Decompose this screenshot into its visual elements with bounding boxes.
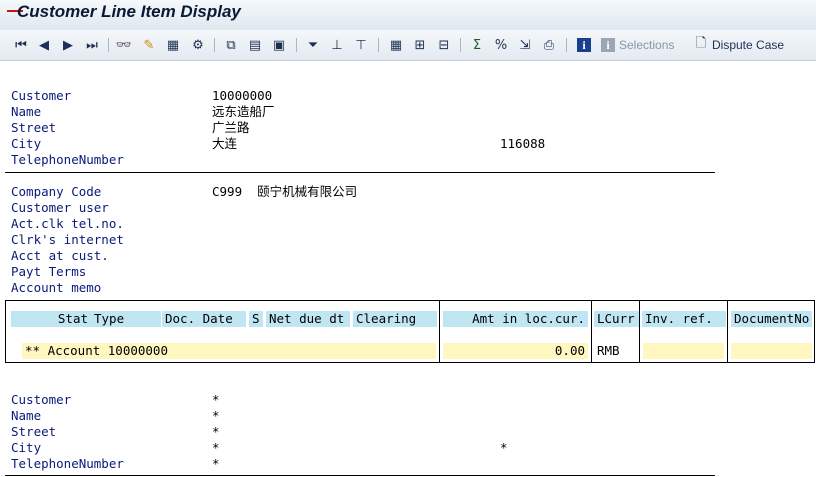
- customer-user-label: Customer user: [11, 200, 109, 215]
- clerk-tel-label: Act.clk tel.no.: [11, 216, 124, 231]
- city-value: 大连: [212, 136, 238, 151]
- title-bar: Customer Line Item Display: [0, 0, 816, 30]
- column-header-type[interactable]: Type: [91, 311, 161, 327]
- copy-icon[interactable]: ⧉: [222, 36, 240, 54]
- layout-icon[interactable]: ⊟: [435, 36, 453, 54]
- footer-city-value: *: [212, 440, 220, 455]
- toolbar-separator: [378, 38, 379, 52]
- account-row-currency[interactable]: RMB: [594, 343, 639, 359]
- selections-icon: i: [599, 36, 617, 54]
- customer-value: 10000000: [212, 88, 273, 103]
- footer-telephone-value: *: [212, 456, 220, 471]
- sum-icon[interactable]: Σ: [468, 36, 486, 54]
- toolbar-separator: [460, 38, 461, 52]
- column-divider: [639, 301, 640, 362]
- postal-code-value: 116088: [500, 136, 546, 151]
- application-toolbar: ⏮ ◀ ▶ ⏭ 👓 ✎ ▦ ⚙ ⧉ ▤ ▣ ⏷ ⊥ ⊤ ▦ ⊞ ⊟ Σ % ⇲ …: [0, 30, 816, 61]
- footer-telephone-label: TelephoneNumber: [11, 456, 124, 471]
- footer-customer-label: Customer: [11, 392, 72, 407]
- column-header-inv-ref[interactable]: Inv. ref.: [642, 311, 726, 327]
- footer-postal-code-value: *: [500, 440, 508, 455]
- divider: [5, 172, 715, 173]
- selections-button: Selections: [619, 38, 675, 52]
- account-row-amount[interactable]: 0.00: [443, 343, 588, 359]
- company-code-value: C999 颐宁机械有限公司: [212, 184, 358, 199]
- column-header-net-due-dt[interactable]: Net due dt: [266, 311, 350, 327]
- print-preview-icon[interactable]: ⎙: [540, 36, 558, 54]
- account-row-inv-ref[interactable]: [643, 343, 724, 359]
- select-layout-icon[interactable]: ▦: [164, 36, 182, 54]
- info-icon[interactable]: i: [575, 36, 593, 54]
- divider: [5, 475, 715, 476]
- choose-icon[interactable]: ⚙: [189, 36, 207, 54]
- name-value: 远东造船厂: [212, 104, 275, 119]
- last-page-icon[interactable]: ⏭: [83, 36, 101, 54]
- toolbar-separator: [296, 38, 297, 52]
- footer-customer-value: *: [212, 392, 220, 407]
- columns-icon[interactable]: ⊞: [411, 36, 429, 54]
- toolbar-separator: [108, 38, 109, 52]
- column-divider: [591, 301, 592, 362]
- column-header-doc-date[interactable]: Doc. Date: [162, 311, 246, 327]
- street-label: Street: [11, 120, 57, 135]
- column-header-s[interactable]: S: [249, 311, 263, 327]
- column-divider: [727, 301, 728, 362]
- document-icon[interactable]: 🗋: [692, 36, 710, 54]
- first-page-icon[interactable]: ⏮: [12, 36, 30, 54]
- customer-label: Customer: [11, 88, 72, 103]
- line-item-grid: Stat Type Doc. Date S Net due dt Clearin…: [5, 300, 815, 363]
- telephone-label: TelephoneNumber: [11, 152, 124, 167]
- city-label: City: [11, 136, 42, 151]
- account-memo-label: Account memo: [11, 280, 102, 295]
- payt-terms-label: Payt Terms: [11, 264, 87, 279]
- subtotal-icon[interactable]: ⊤: [352, 36, 370, 54]
- next-page-icon[interactable]: ▶: [59, 36, 77, 54]
- company-code-label: Company Code: [11, 184, 102, 199]
- footer-street-value: *: [212, 424, 220, 439]
- column-header-amount[interactable]: Amt in loc.cur.: [443, 311, 588, 327]
- grid-layout-icon[interactable]: ▦: [387, 36, 405, 54]
- footer-city-label: City: [11, 440, 42, 455]
- street-value: 广兰路: [212, 120, 250, 135]
- local-file-icon[interactable]: ▣: [270, 36, 288, 54]
- account-row-label[interactable]: ** Account 10000000: [22, 343, 436, 359]
- column-divider: [439, 301, 440, 362]
- filter-icon[interactable]: ⏷: [304, 36, 322, 54]
- footer-name-value: *: [212, 408, 220, 423]
- toolbar-separator: [566, 38, 567, 52]
- column-header-clearing[interactable]: Clearing: [353, 311, 437, 327]
- glasses-icon[interactable]: 👓: [115, 36, 133, 54]
- pencil-icon[interactable]: ✎: [140, 36, 158, 54]
- export-icon[interactable]: ⇲: [516, 36, 534, 54]
- account-row-document-no[interactable]: [731, 343, 812, 359]
- column-header-lcurr[interactable]: LCurr: [594, 311, 639, 327]
- toolbar-separator: [214, 38, 215, 52]
- previous-page-icon[interactable]: ◀: [35, 36, 53, 54]
- column-header-stat[interactable]: Stat: [11, 311, 91, 327]
- dispute-case-button[interactable]: Dispute Case: [712, 38, 784, 52]
- page-title: Customer Line Item Display: [17, 2, 241, 21]
- name-label: Name: [11, 104, 42, 119]
- footer-street-label: Street: [11, 424, 57, 439]
- footer-name-label: Name: [11, 408, 42, 423]
- balance-icon[interactable]: %: [492, 36, 510, 54]
- acct-at-cust-label: Acct at cust.: [11, 248, 109, 263]
- total-icon[interactable]: ⊥: [328, 36, 346, 54]
- save-layout-icon[interactable]: ▤: [246, 36, 264, 54]
- column-header-document-no[interactable]: DocumentNo: [731, 311, 812, 327]
- clerk-internet-label: Clrk's internet: [11, 232, 124, 247]
